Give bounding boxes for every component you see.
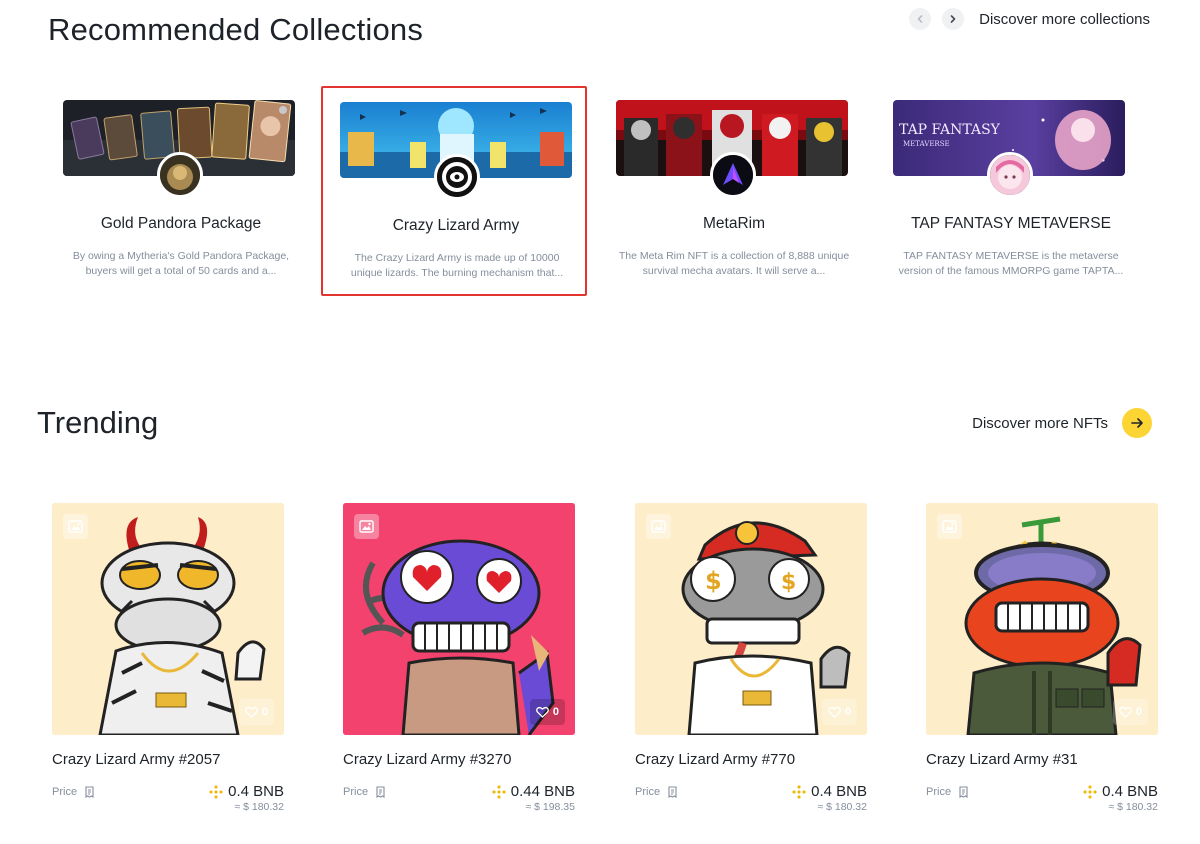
price-label: Price: [343, 786, 386, 798]
discover-more-nfts-button[interactable]: [1122, 408, 1152, 438]
nft-price-value: 0.4 BNB: [1102, 783, 1158, 800]
nft-price: 0.4 BNB: [1082, 783, 1158, 800]
trending-title: Trending: [37, 405, 159, 440]
image-type-badge: [937, 514, 962, 539]
nft-card[interactable]: 0 Crazy Lizard Army #31 Price 0.4 BNB ≈ …: [926, 503, 1158, 818]
collections-carousel-nav: Discover more collections: [909, 8, 1150, 30]
like-count: 0: [844, 706, 851, 718]
nft-image[interactable]: 0: [926, 503, 1158, 735]
nft-price-usd: ≈ $ 180.32: [234, 801, 284, 813]
image-icon: [68, 520, 83, 533]
nft-price: 0.4 BNB: [208, 783, 284, 800]
svg-text:$: $: [705, 567, 722, 595]
price-label-text: Price: [635, 786, 661, 798]
nft-card[interactable]: 0 Crazy Lizard Army #3270 Price 0.44 BNB…: [343, 503, 575, 818]
bnb-icon: [1083, 784, 1098, 799]
heart-icon: [244, 706, 258, 718]
receipt-icon: [668, 786, 677, 798]
image-icon: [359, 520, 374, 533]
nft-card[interactable]: $ $ 0 Crazy Lizard Army #770 Price 0.4 B…: [635, 503, 867, 818]
price-label: Price: [926, 786, 969, 798]
nft-image[interactable]: 0: [52, 503, 284, 735]
nft-price: 0.44 BNB: [491, 783, 575, 800]
like-count: 0: [261, 706, 268, 718]
collection-card[interactable]: TAP FANTASY METAVERSE TAP FANTASY METAVE…: [878, 86, 1144, 296]
image-type-badge: [646, 514, 671, 539]
nft-price-usd: ≈ $ 180.32: [1108, 801, 1158, 813]
banner-subtitle-text: METAVERSE: [903, 140, 950, 148]
image-icon: [942, 520, 957, 533]
collection-description: The Crazy Lizard Army is made up of 1000…: [350, 252, 564, 279]
nft-price-usd: ≈ $ 198.35: [525, 801, 575, 813]
collection-card-selected[interactable]: Crazy Lizard Army The Crazy Lizard Army …: [321, 86, 587, 296]
receipt-icon: [85, 786, 94, 798]
collection-avatar: [434, 154, 480, 200]
price-label-text: Price: [343, 786, 369, 798]
collection-name: MetaRim: [702, 215, 765, 232]
collection-avatar: [710, 152, 756, 198]
discover-more-collections-link[interactable]: Discover more collections: [979, 11, 1150, 28]
price-label-text: Price: [52, 786, 78, 798]
bnb-icon: [491, 784, 506, 799]
price-label: Price: [635, 786, 678, 798]
carousel-next-button[interactable]: [942, 8, 965, 30]
collection-avatar: [987, 152, 1033, 198]
svg-text:$: $: [781, 570, 796, 595]
price-label-text: Price: [926, 786, 952, 798]
collection-name: Gold Pandora Package: [100, 215, 262, 232]
discover-more-nfts-label: Discover more NFTs: [972, 414, 1108, 432]
collection-card[interactable]: MetaRim The Meta Rim NFT is a collection…: [601, 86, 867, 296]
heart-icon: [535, 706, 549, 718]
collection-description: By owing a Mytheria's Gold Pandora Packa…: [72, 250, 290, 277]
nft-name[interactable]: Crazy Lizard Army #770: [635, 751, 795, 768]
price-label: Price: [52, 786, 95, 798]
collection-name: Crazy Lizard Army: [392, 217, 520, 234]
collection-avatar: [157, 152, 203, 198]
heart-icon: [1118, 706, 1132, 718]
like-button[interactable]: 0: [238, 699, 274, 725]
heart-icon: [827, 706, 841, 718]
recommended-collections-title: Recommended Collections: [48, 12, 424, 47]
nft-name[interactable]: Crazy Lizard Army #3270: [343, 751, 511, 768]
bnb-icon: [209, 784, 224, 799]
image-icon: [651, 520, 666, 533]
collection-name: TAP FANTASY METAVERSE: [911, 215, 1111, 232]
chevron-left-icon: [917, 15, 923, 23]
like-count: 0: [1135, 706, 1142, 718]
nft-name[interactable]: Crazy Lizard Army #2057: [52, 751, 220, 768]
nft-price-value: 0.4 BNB: [228, 783, 284, 800]
nft-image[interactable]: $ $ 0: [635, 503, 867, 735]
like-button[interactable]: 0: [821, 699, 857, 725]
like-button[interactable]: 0: [1112, 699, 1148, 725]
collection-description: The Meta Rim NFT is a collection of 8,88…: [618, 250, 850, 277]
collection-description: TAP FANTASY METAVERSE is the metaverse v…: [898, 250, 1124, 277]
collection-card[interactable]: Gold Pandora Package By owing a Mytheria…: [48, 86, 314, 296]
image-type-badge: [354, 514, 379, 539]
nft-card[interactable]: 0 Crazy Lizard Army #2057 Price 0.4 BNB …: [52, 503, 284, 818]
collections-row: Gold Pandora Package By owing a Mytheria…: [46, 86, 1156, 298]
like-count: 0: [552, 706, 559, 718]
like-button[interactable]: 0: [529, 699, 565, 725]
nft-price-value: 0.44 BNB: [510, 783, 575, 800]
chevron-right-icon: [950, 15, 956, 23]
nft-price: 0.4 BNB: [791, 783, 867, 800]
bnb-icon: [792, 784, 807, 799]
nft-image[interactable]: 0: [343, 503, 575, 735]
image-type-badge: [63, 514, 88, 539]
banner-title-text: TAP FANTASY: [899, 122, 1001, 138]
nft-price-usd: ≈ $ 180.32: [817, 801, 867, 813]
carousel-prev-button[interactable]: [909, 8, 932, 30]
discover-more-nfts-link[interactable]: Discover more NFTs: [972, 408, 1152, 438]
receipt-icon: [959, 786, 968, 798]
receipt-icon: [376, 786, 385, 798]
arrow-right-icon: [1131, 418, 1143, 428]
nft-price-value: 0.4 BNB: [811, 783, 867, 800]
nft-name[interactable]: Crazy Lizard Army #31: [926, 751, 1078, 768]
